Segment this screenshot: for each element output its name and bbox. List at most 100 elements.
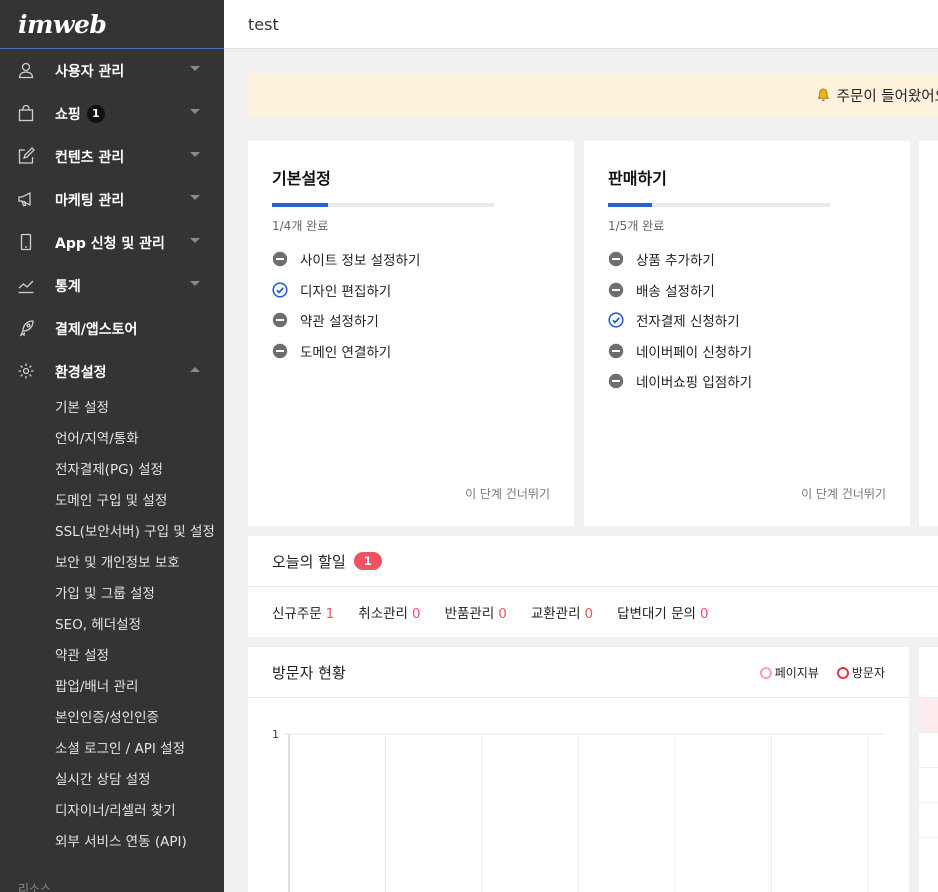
- panel-header: 방문자 현황 페이지뷰 방문자: [248, 647, 909, 698]
- task-label: 사이트 정보 설정하기: [300, 253, 421, 270]
- sidebar-item-shopping[interactable]: 쇼핑 1: [0, 92, 224, 135]
- legend-visitor[interactable]: 방문자: [836, 664, 885, 681]
- progress-text: 1/4개 완료: [272, 219, 329, 233]
- y-tick-label: 1: [272, 728, 279, 741]
- submenu-item[interactable]: 본인인증/성인인증: [0, 703, 224, 734]
- sidebar-item-settings[interactable]: 환경설정: [0, 350, 224, 393]
- submenu-item[interactable]: 보안 및 개인정보 보호: [0, 548, 224, 579]
- task-label: 전자결제 신청하기: [636, 314, 740, 331]
- minus-circle-icon: [608, 251, 624, 267]
- sidebar-section-resources[interactable]: 리소스: [18, 880, 51, 892]
- count-badge: 1: [86, 104, 105, 123]
- skip-step-link[interactable]: 이 단계 건너뛰기: [465, 485, 550, 502]
- sidebar-item-label: 사용자 관리: [55, 63, 125, 80]
- progress-text: 1/5개 완료: [608, 219, 665, 233]
- task-item[interactable]: 상품 추가하기: [608, 244, 886, 275]
- chevron-down-icon: [190, 152, 200, 157]
- submenu-item[interactable]: 외부 서비스 연동 (API): [0, 827, 224, 858]
- submenu-item[interactable]: SEO, 헤더설정: [0, 610, 224, 641]
- chevron-up-icon: [190, 367, 200, 372]
- task-label: 상품 추가하기: [636, 253, 715, 270]
- chevron-down-icon: [190, 195, 200, 200]
- table-row: [919, 698, 938, 733]
- bell-icon: [817, 88, 830, 101]
- table-row: [919, 733, 938, 768]
- sidebar-item-label: 컨텐츠 관리: [55, 149, 125, 166]
- stat-cancel[interactable]: 취소관리 0: [358, 602, 420, 622]
- submenu-item[interactable]: 전자결제(PG) 설정: [0, 455, 224, 486]
- sidebar-item-label: 환경설정: [55, 364, 107, 381]
- chevron-down-icon: [190, 281, 200, 286]
- logo[interactable]: imweb: [0, 0, 224, 49]
- sidebar-item-stats[interactable]: 통계: [0, 264, 224, 307]
- minus-circle-icon: [608, 282, 624, 298]
- sidebar-item-payment[interactable]: 결제/앱스토어: [0, 307, 224, 350]
- minus-circle-icon: [272, 251, 288, 267]
- notice-text: 주문이 들어왔어요: [836, 88, 938, 105]
- task-item[interactable]: 네이버페이 신청하기: [608, 336, 886, 367]
- task-item[interactable]: 사이트 정보 설정하기: [272, 244, 550, 275]
- legend-pageview[interactable]: 페이지뷰: [759, 664, 819, 681]
- minus-circle-icon: [272, 312, 288, 328]
- task-item[interactable]: 배송 설정하기: [608, 275, 886, 306]
- order-notice-banner[interactable]: 주문이 들어왔어요: [248, 73, 938, 117]
- sidebar: imweb 사용자 관리 쇼핑 1 컨텐츠 관리 마케팅 관리 App 신청 및…: [0, 0, 224, 892]
- today-tasks-panel: 오늘의 할일 1 신규주문 1 취소관리 0 반품관리 0 교환관리 0 답변대기 문의…: [248, 536, 938, 637]
- setup-card-sell: 판매하기 1/5개 완료 상품 추가하기 배송 설정하기 전자결제 신청하기 네이버페…: [584, 141, 910, 526]
- chart-line-icon: [17, 276, 35, 294]
- submenu-item[interactable]: 가입 및 그룹 설정: [0, 579, 224, 610]
- sidebar-item-label: 마케팅 관리: [55, 192, 125, 209]
- table-row: [919, 768, 938, 803]
- sidebar-item-users[interactable]: 사용자 관리: [0, 49, 224, 92]
- submenu-item[interactable]: 소셜 로그인 / API 설정: [0, 734, 224, 765]
- task-item[interactable]: 네이버쇼핑 입점하기: [608, 366, 886, 397]
- task-label: 네이버페이 신청하기: [636, 344, 753, 361]
- task-item[interactable]: 전자결제 신청하기: [608, 305, 886, 336]
- megaphone-icon: [17, 190, 35, 208]
- task-item[interactable]: 디자인 편집하기: [272, 275, 550, 306]
- today-stats: 신규주문 1 취소관리 0 반품관리 0 교환관리 0 답변대기 문의 0: [248, 587, 938, 637]
- chevron-down-icon: [190, 109, 200, 114]
- sidebar-item-app[interactable]: App 신청 및 관리: [0, 221, 224, 264]
- check-circle-icon: [608, 312, 624, 328]
- todo-count-badge: 1: [353, 552, 382, 570]
- submenu-item[interactable]: 약관 설정: [0, 641, 224, 672]
- submenu-item[interactable]: 기본 설정: [0, 393, 224, 424]
- submenu-item[interactable]: 디자이너/리셀러 찾기: [0, 796, 224, 827]
- panel-title: 오늘의 할일: [272, 552, 346, 571]
- visitors-line-chart: 1: [272, 728, 885, 892]
- sidebar-item-contents[interactable]: 컨텐츠 관리: [0, 135, 224, 178]
- progress-bar: [272, 203, 494, 207]
- user-icon: [17, 61, 35, 79]
- stat-return[interactable]: 반품관리 0: [445, 602, 507, 622]
- stat-exchange[interactable]: 교환관리 0: [531, 602, 593, 622]
- submenu-item[interactable]: 도메인 구입 및 설정: [0, 486, 224, 517]
- sidebar-item-marketing[interactable]: 마케팅 관리: [0, 178, 224, 221]
- minus-circle-icon: [608, 343, 624, 359]
- gear-icon: [17, 362, 35, 380]
- task-label: 디자인 편집하기: [300, 283, 392, 300]
- task-label: 약관 설정하기: [300, 314, 379, 331]
- task-label: 네이버쇼핑 입점하기: [636, 375, 753, 392]
- submenu-item[interactable]: SSL(보안서버) 구입 및 설정: [0, 517, 224, 548]
- sidebar-menu: 사용자 관리 쇼핑 1 컨텐츠 관리 마케팅 관리 App 신청 및 관리 통계…: [0, 49, 224, 393]
- table-row: [919, 803, 938, 838]
- skip-step-link[interactable]: 이 단계 건너뛰기: [801, 485, 886, 502]
- check-circle-icon: [272, 282, 288, 298]
- sidebar-item-label: App 신청 및 관리: [55, 235, 165, 252]
- sidebar-item-label: 통계: [55, 278, 81, 295]
- submenu-item[interactable]: 실시간 상담 설정: [0, 765, 224, 796]
- setup-card-basic: 기본설정 1/4개 완료 사이트 정보 설정하기 디자인 편집하기 약관 설정하기 도…: [248, 141, 574, 526]
- submenu-item[interactable]: 언어/지역/통화: [0, 424, 224, 455]
- task-item[interactable]: 약관 설정하기: [272, 305, 550, 336]
- stat-new-orders[interactable]: 신규주문 1: [272, 602, 334, 622]
- task-item[interactable]: 도메인 연결하기: [272, 336, 550, 367]
- task-label: 배송 설정하기: [636, 283, 715, 300]
- chart-legend: 페이지뷰 방문자: [742, 664, 885, 681]
- visitors-chart-panel: 방문자 현황 페이지뷰 방문자 1: [248, 647, 909, 892]
- circle-icon: [836, 666, 849, 679]
- setup-card-partial: [919, 141, 938, 526]
- rocket-icon: [17, 319, 35, 337]
- stat-pending-inquiry[interactable]: 답변대기 문의 0: [617, 602, 708, 622]
- submenu-item[interactable]: 팝업/배너 관리: [0, 672, 224, 703]
